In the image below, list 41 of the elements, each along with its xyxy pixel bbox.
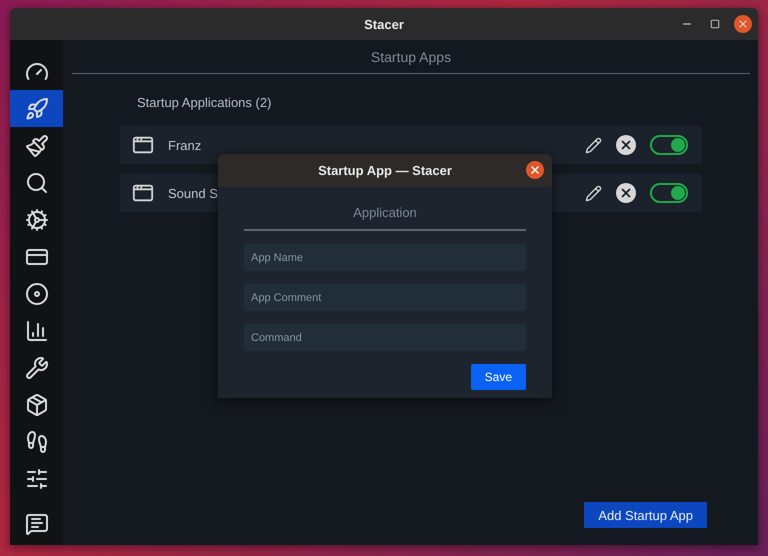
app-window-icon xyxy=(132,134,154,156)
close-icon xyxy=(619,186,633,200)
footprint-icon xyxy=(24,430,48,454)
bar-chart-icon xyxy=(24,318,48,342)
settings-icon xyxy=(24,208,48,232)
disc-icon xyxy=(24,282,48,306)
close-button[interactable] xyxy=(734,15,752,33)
close-icon xyxy=(529,164,541,176)
broom-icon xyxy=(24,134,48,158)
window-title: Stacer xyxy=(364,16,404,32)
input-field[interactable]: App Name xyxy=(244,244,526,271)
box-icon xyxy=(24,392,48,416)
toggle-switch[interactable] xyxy=(650,135,688,155)
delete-button[interactable] xyxy=(616,183,636,203)
search-icon xyxy=(24,170,48,194)
close-icon xyxy=(737,18,749,30)
sliders-icon xyxy=(24,466,48,490)
pencil-icon xyxy=(585,136,602,154)
message-icon xyxy=(24,512,48,536)
close-button[interactable] xyxy=(526,161,544,179)
toggle-switch[interactable] xyxy=(650,183,688,203)
section-title: Application xyxy=(353,205,417,220)
delete-button[interactable] xyxy=(616,135,636,155)
input-field[interactable]: Command xyxy=(244,324,526,351)
app-window-icon xyxy=(132,182,154,204)
tools-icon xyxy=(24,356,48,380)
add-startup-app-button[interactable]: Add Startup App xyxy=(584,502,707,528)
edit-button[interactable] xyxy=(585,184,602,202)
input-field[interactable]: App Comment xyxy=(244,284,526,311)
pencil-icon xyxy=(585,184,602,202)
app-name: Sound S xyxy=(168,186,219,200)
edit-button[interactable] xyxy=(585,136,602,154)
maximize-icon xyxy=(710,19,720,29)
sidebar-item[interactable] xyxy=(10,90,63,127)
app-name: Franz xyxy=(168,138,202,152)
close-icon xyxy=(619,138,633,152)
dialog-title: Startup App — Stacer xyxy=(318,163,452,178)
save-button[interactable]: Save xyxy=(470,364,526,390)
section-heading: Startup Applications (2) xyxy=(137,95,272,110)
page-title: Startup Apps xyxy=(370,48,452,64)
rocket-icon xyxy=(24,96,48,120)
